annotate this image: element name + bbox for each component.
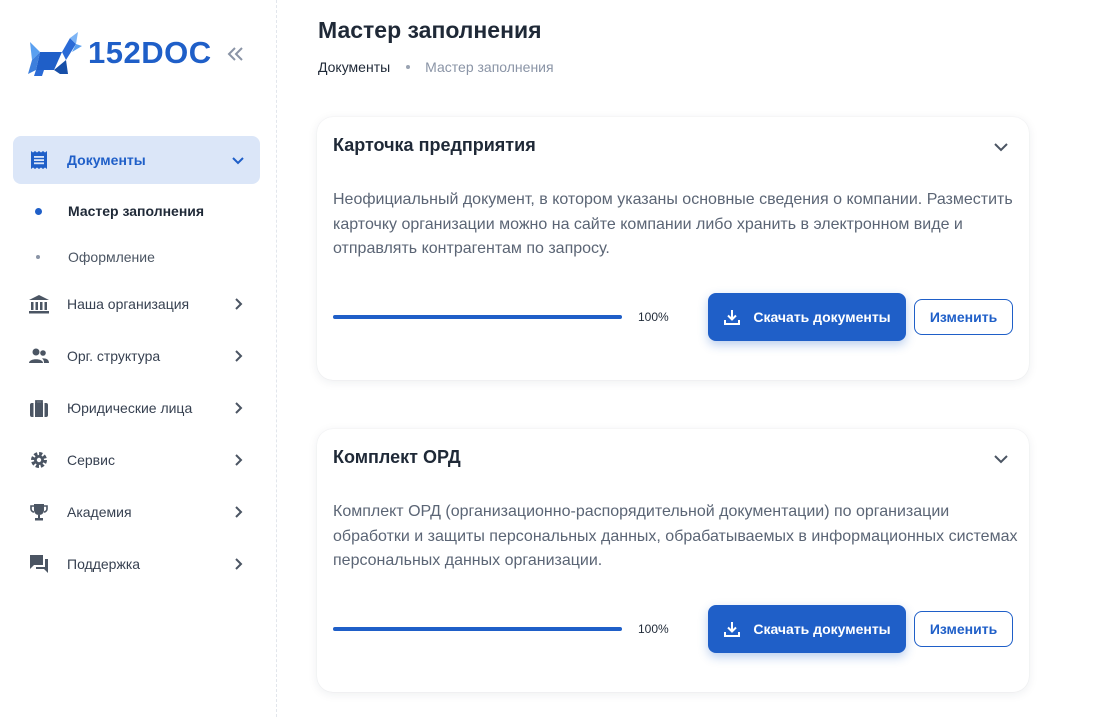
sidebar: 152DOC Документы Мастер заполнения Оформ… xyxy=(0,0,277,717)
progress-label: 100% xyxy=(638,622,669,636)
sidebar-subitem-design[interactable]: Оформление xyxy=(13,234,260,280)
sidebar-item-organization[interactable]: Наша организация xyxy=(13,280,260,328)
chevron-down-icon[interactable] xyxy=(991,137,1011,157)
chevron-right-icon xyxy=(235,402,243,414)
breadcrumb-link-documents[interactable]: Документы xyxy=(318,59,390,75)
card-description: Неофициальный документ, в котором указан… xyxy=(333,191,1013,257)
sidebar-subitem-wizard[interactable]: Мастер заполнения xyxy=(13,188,260,234)
chevron-right-icon xyxy=(235,298,243,310)
chevron-down-icon xyxy=(232,157,244,165)
progress-label: 100% xyxy=(638,310,669,324)
edit-button[interactable]: Изменить xyxy=(914,299,1013,335)
sidebar-item-documents[interactable]: Документы xyxy=(13,136,260,184)
sidebar-item-label: Поддержка xyxy=(67,556,141,572)
page-title: Мастер заполнения xyxy=(318,17,542,43)
card-title: Карточка предприятия xyxy=(333,135,536,155)
card-title: Комплект ОРД xyxy=(333,447,461,467)
download-button-label: Скачать документы xyxy=(753,309,891,325)
chat-icon xyxy=(27,552,51,576)
sidebar-item-support[interactable]: Поддержка xyxy=(13,540,260,588)
dot xyxy=(36,255,40,259)
chevron-right-icon xyxy=(235,454,243,466)
sidebar-item-label: Орг. структура xyxy=(67,348,161,364)
progress-fill xyxy=(333,627,622,631)
document-list-icon xyxy=(27,148,51,172)
edit-button[interactable]: Изменить xyxy=(914,611,1013,647)
collapse-sidebar-button[interactable] xyxy=(226,44,246,64)
bank-icon xyxy=(27,292,51,316)
sidebar-item-service[interactable]: Сервис xyxy=(13,436,260,484)
card-description: Комплект ОРД (организационно-распорядите… xyxy=(333,503,1018,569)
progress-bar xyxy=(333,627,622,631)
gear-icon xyxy=(27,448,51,472)
chevron-right-icon xyxy=(235,350,243,362)
breadcrumb-current: Мастер заполнения xyxy=(425,59,554,75)
sidebar-item-org-structure[interactable]: Орг. структура xyxy=(13,332,260,380)
progress-fill xyxy=(333,315,622,319)
people-icon xyxy=(27,344,51,368)
document-card: Комплект ОРД Комплект ОРД (организационн… xyxy=(317,429,1029,692)
chevron-down-icon[interactable] xyxy=(991,449,1011,469)
sidebar-item-academy[interactable]: Академия xyxy=(13,488,260,536)
chevron-right-icon xyxy=(235,558,243,570)
sidebar-item-label: Наша организация xyxy=(67,296,190,312)
sidebar-nav: Документы Мастер заполнения Оформление Н… xyxy=(13,136,260,592)
chevron-right-icon xyxy=(235,506,243,518)
sidebar-subitem-label: Мастер заполнения xyxy=(68,203,205,219)
breadcrumb-separator xyxy=(406,65,411,69)
briefcase-icon xyxy=(27,396,51,420)
sidebar-item-label: Документы xyxy=(67,152,146,168)
sidebar-item-label: Академия xyxy=(67,504,132,520)
download-button-label: Скачать документы xyxy=(753,621,891,637)
active-dot xyxy=(35,207,42,215)
dog-logo-icon xyxy=(28,32,82,76)
progress-bar xyxy=(333,315,622,319)
sidebar-item-legal-entities[interactable]: Юридические лица xyxy=(13,384,260,432)
download-documents-button[interactable]: Скачать документы xyxy=(708,605,906,653)
double-chevron-left-icon xyxy=(227,47,243,61)
download-icon xyxy=(724,622,741,637)
sidebar-subitem-label: Оформление xyxy=(68,249,155,265)
sidebar-item-label: Сервис xyxy=(67,452,115,468)
breadcrumb: Документы Мастер заполнения xyxy=(318,59,554,75)
download-icon xyxy=(724,310,741,325)
brand-logo[interactable]: 152DOC xyxy=(26,30,212,76)
sidebar-item-label: Юридические лица xyxy=(67,400,193,416)
document-card: Карточка предприятия Неофициальный докум… xyxy=(317,117,1029,380)
download-documents-button[interactable]: Скачать документы xyxy=(708,293,906,341)
trophy-icon xyxy=(27,500,51,524)
brand-name: 152DOC xyxy=(88,35,212,70)
